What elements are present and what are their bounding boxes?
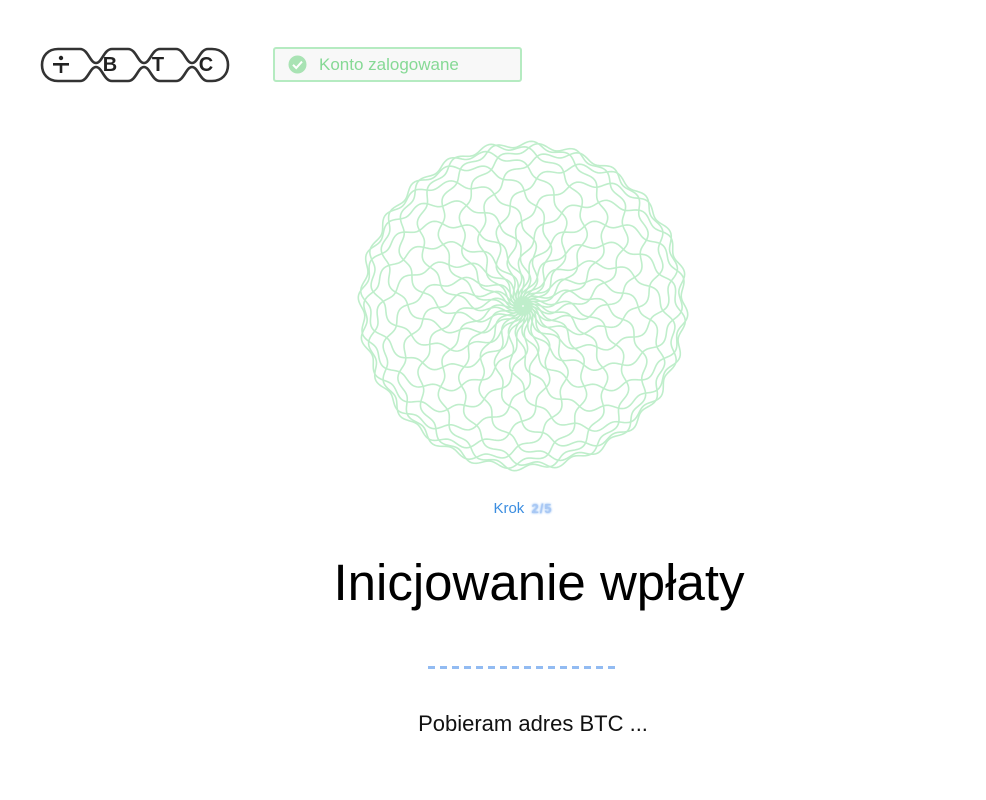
status-message: Pobieram adres BTC ... bbox=[418, 711, 648, 736]
brand-logo[interactable]: B T C bbox=[40, 46, 230, 84]
check-circle-icon bbox=[288, 55, 307, 74]
page-title: Inicjowanie wpłaty bbox=[333, 554, 745, 611]
logo-letter-c: C bbox=[198, 54, 214, 76]
step-indicator: Krok 2/5 bbox=[0, 499, 986, 519]
logo-letter-b: B bbox=[102, 54, 118, 76]
step-value: 2/5 bbox=[531, 501, 553, 516]
dashed-loading-bar bbox=[428, 657, 620, 669]
logo-letter-t: T bbox=[151, 54, 165, 76]
login-status-badge: Konto zalogowane bbox=[273, 47, 522, 82]
step-label: Krok bbox=[493, 500, 525, 517]
page: B T C Konto zalogowane Krok 2/5 Inicjowa… bbox=[0, 0, 986, 800]
spirograph-loading-graphic bbox=[355, 140, 691, 472]
divide-icon bbox=[50, 53, 72, 77]
login-status-text: Konto zalogowane bbox=[319, 55, 459, 74]
